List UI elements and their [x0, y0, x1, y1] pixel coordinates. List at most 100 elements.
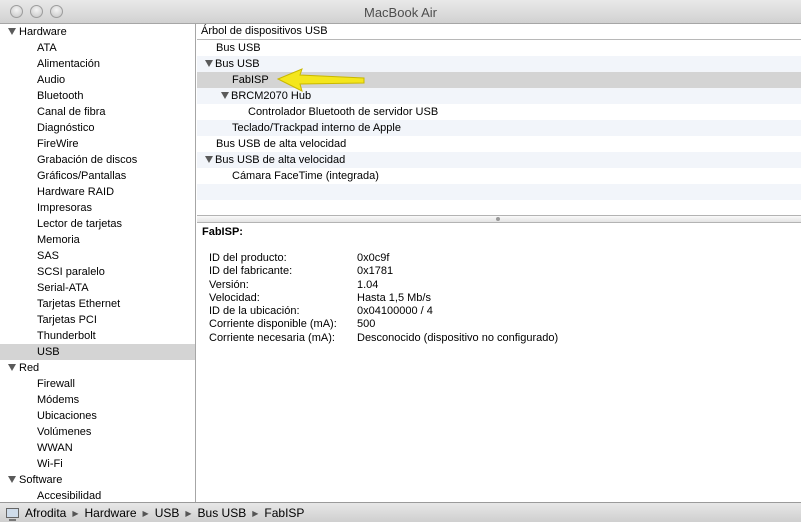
property-value: 0x04100000 / 4	[357, 305, 433, 318]
sidebar-item-canal-de-fibra[interactable]: Canal de fibra	[0, 104, 195, 120]
sidebar-item-tarjetas-ethernet[interactable]: Tarjetas Ethernet	[0, 296, 195, 312]
tree-row-label: Bus USB de alta velocidad	[216, 138, 347, 150]
sidebar-item-firewall[interactable]: Firewall	[0, 376, 195, 392]
sidebar-item-tarjetas-pci[interactable]: Tarjetas PCI	[0, 312, 195, 328]
sidebar-item-label: WWAN	[37, 442, 73, 454]
sidebar-item-label: Volúmenes	[37, 426, 92, 438]
detail-pane: FabISP: ID del producto: 0x0c9f ID del fab…	[197, 223, 801, 502]
yellow-arrow-annotation	[276, 68, 365, 92]
tree-row-label: Bus USB	[215, 58, 260, 70]
tree-row-label: Controlador Bluetooth de servidor USB	[248, 106, 439, 118]
property-key: ID del producto:	[209, 252, 287, 264]
tree-row-controlador-bluetooth-de-servidor-usb[interactable]: Controlador Bluetooth de servidor USB	[197, 104, 801, 120]
breadcrumb-separator-icon: ▶	[142, 508, 149, 518]
disclosure-triangle-icon[interactable]	[221, 92, 229, 99]
disclosure-triangle-icon[interactable]	[8, 476, 16, 483]
sidebar-item-label: FireWire	[37, 138, 79, 150]
sidebar-item-label: Firewall	[37, 378, 75, 390]
status-bar: Afrodita ▶ Hardware ▶ USB ▶ Bus USB ▶ FabISP	[0, 502, 801, 522]
sidebar-item-memoria[interactable]: Memoria	[0, 232, 195, 248]
sidebar-item-label: Ubicaciones	[37, 410, 97, 422]
property-value: 1.04	[357, 278, 379, 291]
sidebar-item-label: Tarjetas Ethernet	[37, 298, 121, 310]
disclosure-triangle-icon[interactable]	[8, 364, 16, 371]
breadcrumb-item-hardware[interactable]: Hardware	[85, 506, 137, 520]
sidebar: Hardware ATA Alimentación Audio Bluetooth Can…	[0, 24, 196, 502]
tree-row-label: Cámara FaceTime (integrada)	[232, 170, 379, 182]
sidebar-item-label: Diagnóstico	[37, 122, 95, 134]
title-bar: MacBook Air	[0, 0, 801, 24]
disclosure-triangle-icon[interactable]	[8, 28, 16, 35]
sidebar-item-label: Grabación de discos	[37, 154, 138, 166]
sidebar-item-serial-ata[interactable]: Serial-ATA	[0, 280, 195, 296]
sidebar-category-red[interactable]: Red	[0, 360, 195, 376]
sidebar-item-label: Wi-Fi	[37, 458, 63, 470]
breadcrumb-separator-icon: ▶	[72, 508, 79, 518]
tree-row-label: Bus USB de alta velocidad	[215, 154, 346, 166]
sidebar-item-diagnostico[interactable]: Diagnóstico	[0, 120, 195, 136]
sidebar-category-hardware[interactable]: Hardware	[0, 24, 195, 40]
breadcrumb-item-usb[interactable]: USB	[155, 506, 180, 520]
sidebar-list: Hardware ATA Alimentación Audio Bluetooth Can…	[0, 24, 195, 502]
sidebar-item-label: Hardware RAID	[37, 186, 115, 198]
property-value: 500	[357, 318, 376, 331]
property-key: ID de la ubicación:	[209, 305, 300, 318]
breadcrumb-item-bus-usb[interactable]: Bus USB	[198, 506, 247, 520]
device-tree-header: Árbol de dispositivos USB	[197, 24, 801, 40]
sidebar-category-software[interactable]: Software	[0, 472, 195, 488]
sidebar-item-impresoras[interactable]: Impresoras	[0, 200, 195, 216]
breadcrumb-item-fabisp[interactable]: FabISP	[264, 506, 304, 520]
sidebar-item-bluetooth[interactable]: Bluetooth	[0, 88, 195, 104]
sidebar-item-graficos-pantallas[interactable]: Gráficos/Pantallas	[0, 168, 195, 184]
sidebar-item-label: Software	[19, 474, 63, 486]
sidebar-item-thunderbolt[interactable]: Thunderbolt	[0, 328, 195, 344]
divider-grip-icon	[496, 217, 500, 221]
breadcrumb-separator-icon: ▶	[185, 508, 192, 518]
sidebar-item-scsi-paralelo[interactable]: SCSI paralelo	[0, 264, 195, 280]
tree-empty-row	[197, 184, 801, 200]
sidebar-item-sas[interactable]: SAS	[0, 248, 195, 264]
sidebar-item-label: Tarjetas PCI	[37, 314, 97, 326]
sidebar-item-ata[interactable]: ATA	[0, 40, 195, 56]
tree-row-bus-usb-de-alta-velocidad[interactable]: Bus USB de alta velocidad	[197, 136, 801, 152]
tree-row-teclado-trackpad-interno-de-apple[interactable]: Teclado/Trackpad interno de Apple	[197, 120, 801, 136]
sidebar-item-hardware-raid[interactable]: Hardware RAID	[0, 184, 195, 200]
breadcrumb-separator-icon: ▶	[252, 508, 259, 518]
tree-row-camara-facetime-integrada[interactable]: Cámara FaceTime (integrada)	[197, 168, 801, 184]
property-key: Corriente necesaria (mA):	[209, 331, 335, 344]
property-value: 0x0c9f	[357, 252, 390, 264]
sidebar-item-label: Módems	[37, 394, 80, 406]
disclosure-triangle-icon[interactable]	[205, 60, 213, 67]
computer-icon	[6, 508, 19, 521]
sidebar-item-firewire[interactable]: FireWire	[0, 136, 195, 152]
sidebar-item-label: Lector de tarjetas	[37, 218, 122, 230]
sidebar-item-label: Thunderbolt	[37, 330, 96, 342]
tree-row-bus-usb[interactable]: Bus USB	[197, 40, 801, 56]
sidebar-item-label: Alimentación	[37, 58, 100, 70]
sidebar-item-label: ATA	[37, 42, 57, 54]
sidebar-item-lector-de-tarjetas[interactable]: Lector de tarjetas	[0, 216, 195, 232]
sidebar-item-wi-fi[interactable]: Wi-Fi	[0, 456, 195, 472]
sidebar-item-accesibilidad[interactable]: Accesibilidad	[0, 488, 195, 502]
sidebar-item-ubicaciones[interactable]: Ubicaciones	[0, 408, 195, 424]
property-key: Corriente disponible (mA):	[209, 318, 337, 331]
breadcrumb-item-afrodita[interactable]: Afrodita	[25, 506, 66, 520]
tree-row-bus-usb-de-alta-velocidad[interactable]: Bus USB de alta velocidad	[197, 152, 801, 168]
property-value: Hasta 1,5 Mb/s	[357, 291, 431, 304]
detail-title: FabISP:	[202, 226, 243, 238]
sidebar-item-usb[interactable]: USB	[0, 344, 195, 360]
tree-row-label: FabISP	[232, 74, 269, 86]
sidebar-item-volumenes[interactable]: Volúmenes	[0, 424, 195, 440]
sidebar-item-label: Impresoras	[37, 202, 93, 214]
disclosure-triangle-icon[interactable]	[205, 156, 213, 163]
sidebar-item-wwan[interactable]: WWAN	[0, 440, 195, 456]
sidebar-item-grabacion-de-discos[interactable]: Grabación de discos	[0, 152, 195, 168]
sidebar-item-modems[interactable]: Módems	[0, 392, 195, 408]
sidebar-item-label: USB	[37, 346, 60, 358]
split-view-divider[interactable]	[197, 215, 801, 223]
sidebar-item-audio[interactable]: Audio	[0, 72, 195, 88]
property-key: Velocidad:	[209, 291, 260, 304]
sidebar-item-label: SCSI paralelo	[37, 266, 105, 278]
sidebar-item-alimentacion[interactable]: Alimentación	[0, 56, 195, 72]
sidebar-item-label: Serial-ATA	[37, 282, 89, 294]
